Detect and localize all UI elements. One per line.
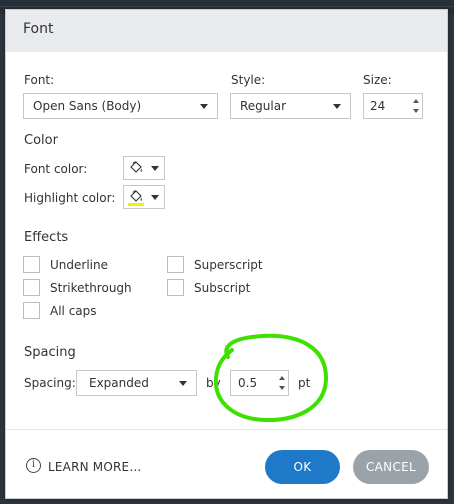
learn-more-link[interactable]: LEARN MORE... bbox=[48, 460, 141, 474]
cancel-button[interactable]: CANCEL bbox=[353, 450, 429, 484]
chevron-down-icon bbox=[151, 195, 159, 200]
arrow-up-icon bbox=[413, 99, 419, 103]
style-select-value: Regular bbox=[240, 99, 287, 113]
spacing-by-label: by bbox=[206, 376, 221, 390]
spacing-decrement-button[interactable] bbox=[277, 383, 287, 394]
font-label: Font: bbox=[24, 73, 55, 87]
color-heading: Color bbox=[24, 133, 58, 148]
spacing-increment-button[interactable] bbox=[277, 372, 287, 383]
font-select-value: Open Sans (Body) bbox=[33, 99, 142, 113]
paint-bucket-icon bbox=[128, 190, 144, 206]
spacing-unit-label: pt bbox=[298, 376, 311, 390]
dialog-titlebar: Font bbox=[6, 10, 447, 52]
chevron-down-icon bbox=[333, 104, 341, 109]
strikethrough-checkbox[interactable] bbox=[23, 279, 40, 296]
arrow-down-icon bbox=[413, 109, 419, 113]
paint-bucket-icon bbox=[130, 161, 142, 173]
spacing-label: Spacing: bbox=[24, 376, 76, 390]
info-icon[interactable]: i bbox=[26, 458, 41, 473]
style-label: Style: bbox=[231, 73, 266, 87]
strikethrough-label: Strikethrough bbox=[50, 281, 132, 295]
effects-heading: Effects bbox=[24, 230, 69, 245]
chevron-down-icon bbox=[200, 104, 208, 109]
size-label: Size: bbox=[363, 73, 392, 87]
size-increment-button[interactable] bbox=[411, 95, 421, 106]
chevron-down-icon bbox=[179, 381, 187, 386]
footer-divider bbox=[6, 429, 447, 430]
arrow-up-icon bbox=[279, 376, 285, 380]
arrow-down-icon bbox=[279, 386, 285, 390]
highlight-color-picker[interactable] bbox=[123, 185, 165, 209]
spacing-select-value: Expanded bbox=[89, 376, 149, 390]
underline-label: Underline bbox=[50, 258, 108, 272]
font-dialog: Font Font: Open Sans (Body) Style: Regul… bbox=[5, 9, 448, 499]
ok-button[interactable]: OK bbox=[265, 450, 340, 484]
size-stepper[interactable]: 24 bbox=[363, 93, 423, 119]
spacing-amount-stepper[interactable]: 0.5 bbox=[230, 370, 289, 396]
superscript-label: Superscript bbox=[194, 258, 263, 272]
highlight-color-label: Highlight color: bbox=[24, 191, 116, 205]
spacing-select[interactable]: Expanded bbox=[76, 370, 197, 396]
font-color-label: Font color: bbox=[24, 162, 88, 176]
subscript-checkbox[interactable] bbox=[167, 279, 184, 296]
all-caps-checkbox[interactable] bbox=[23, 302, 40, 319]
size-decrement-button[interactable] bbox=[411, 106, 421, 117]
subscript-label: Subscript bbox=[194, 281, 251, 295]
style-select[interactable]: Regular bbox=[230, 93, 351, 119]
superscript-checkbox[interactable] bbox=[167, 256, 184, 273]
font-select[interactable]: Open Sans (Body) bbox=[23, 93, 218, 119]
dialog-title: Font bbox=[23, 21, 54, 37]
size-value: 24 bbox=[370, 99, 386, 113]
underline-checkbox[interactable] bbox=[23, 256, 40, 273]
all-caps-label: All caps bbox=[50, 304, 97, 318]
spacing-heading: Spacing bbox=[24, 345, 76, 360]
background-divider bbox=[0, 6, 454, 7]
spacing-amount-value: 0.5 bbox=[238, 376, 258, 390]
font-color-picker[interactable] bbox=[123, 156, 165, 180]
chevron-down-icon bbox=[151, 166, 159, 171]
